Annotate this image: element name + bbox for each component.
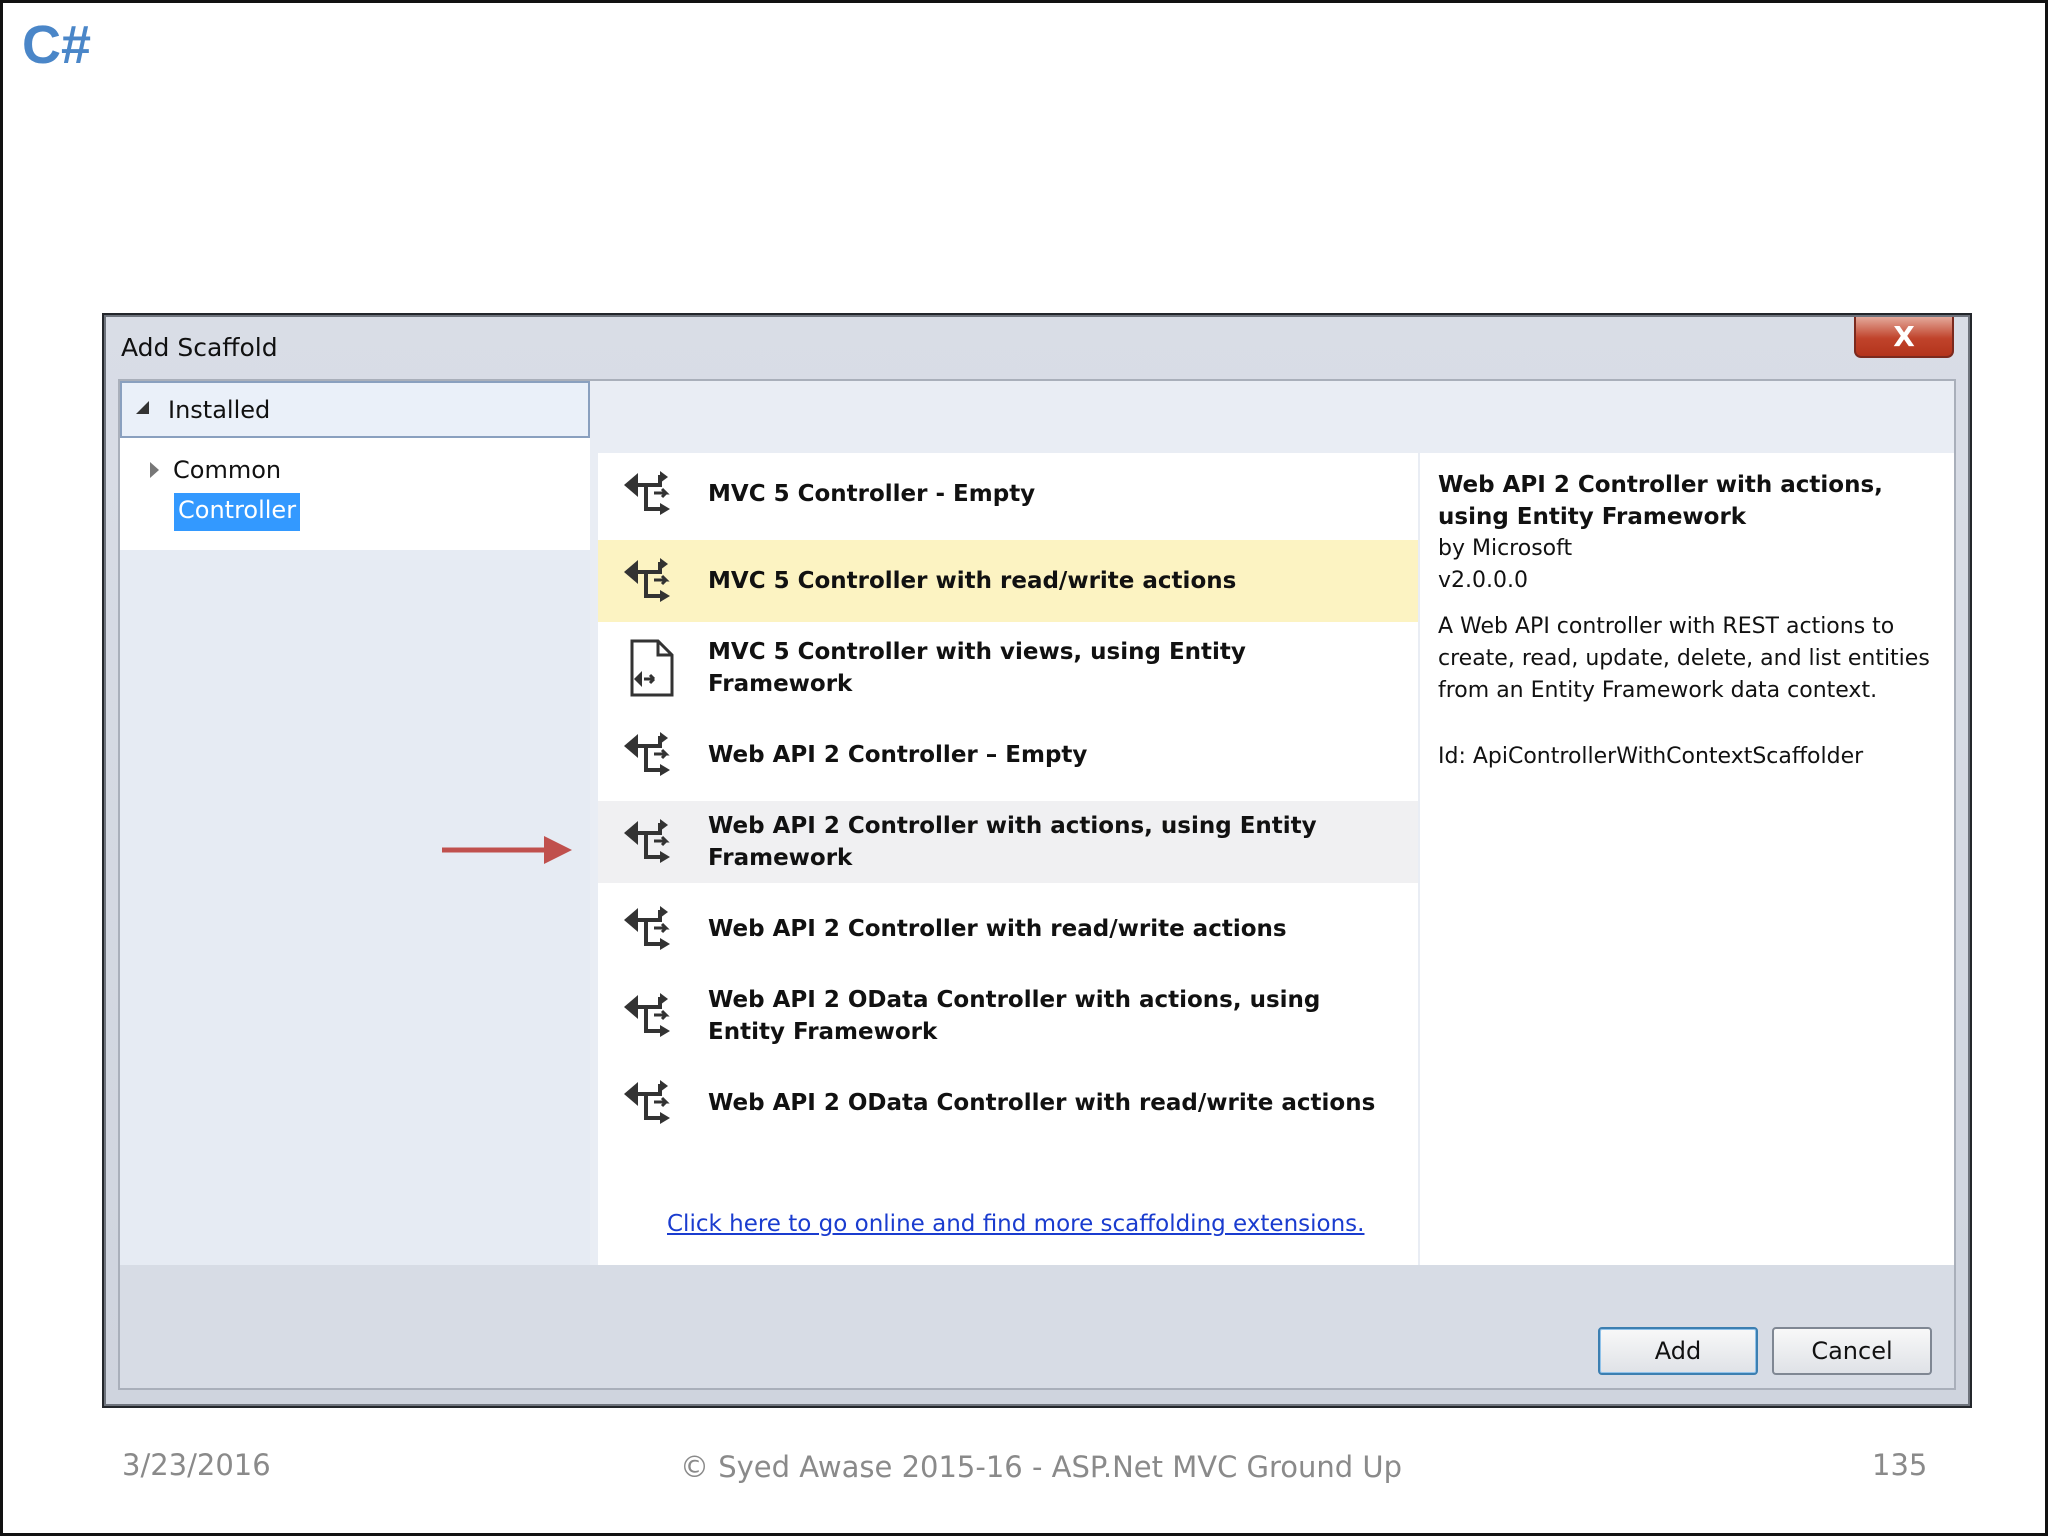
list-item[interactable]: Web API 2 Controller – Empty xyxy=(598,714,1418,796)
cancel-button[interactable]: Cancel xyxy=(1772,1327,1932,1375)
list-item-label: MVC 5 Controller with read/write actions xyxy=(708,568,1237,594)
controller-icon xyxy=(620,1072,682,1134)
controller-icon xyxy=(620,985,682,1047)
dialog-title: Add Scaffold xyxy=(121,333,278,362)
list-item-label: Web API 2 OData Controller with read/wri… xyxy=(708,1090,1376,1116)
expand-arrow-icon[interactable] xyxy=(150,462,159,478)
list-item[interactable]: Web API 2 OData Controller with read/wri… xyxy=(598,1062,1418,1144)
slide-page-number: 135 xyxy=(1872,1448,1928,1482)
list-item-label: MVC 5 Controller with views, using Entit… xyxy=(708,639,1246,697)
add-scaffold-dialog: Add Scaffold X Installed Common Controll… xyxy=(104,315,1970,1406)
detail-description: A Web API controller with REST actions t… xyxy=(1438,614,1930,703)
list-item[interactable]: Web API 2 OData Controller with actions,… xyxy=(598,975,1418,1057)
detail-title: Web API 2 Controller with actions, using… xyxy=(1438,472,1883,530)
list-item-highlighted[interactable]: Web API 2 Controller with actions, using… xyxy=(598,801,1418,883)
list-item-label: Web API 2 Controller with read/write act… xyxy=(708,916,1287,942)
dialog-client: Installed Common Controller MVC 5 Contro… xyxy=(118,379,1956,1390)
list-item-selected[interactable]: MVC 5 Controller with read/write actions xyxy=(598,540,1418,622)
controller-icon xyxy=(620,550,682,612)
controller-icon xyxy=(620,898,682,960)
detail-pane: Web API 2 Controller with actions, using… xyxy=(1420,453,1954,1265)
list-item-label: Web API 2 Controller – Empty xyxy=(708,742,1088,768)
controller-icon xyxy=(620,463,682,525)
list-item-label: Web API 2 Controller with actions, using… xyxy=(708,813,1317,871)
list-item[interactable]: Web API 2 Controller with read/write act… xyxy=(598,888,1418,970)
dialog-titlebar: Add Scaffold X xyxy=(106,317,1968,379)
controller-icon xyxy=(620,724,682,786)
views-controller-icon xyxy=(630,639,674,697)
tree-item-controller[interactable]: Controller xyxy=(174,493,301,531)
list-item[interactable]: MVC 5 Controller with views, using Entit… xyxy=(598,627,1418,709)
detail-version: v2.0.0.0 xyxy=(1438,568,1528,593)
tree-item-label: Common xyxy=(173,456,282,484)
slide-date: 3/23/2016 xyxy=(122,1448,271,1482)
add-button[interactable]: Add xyxy=(1598,1327,1758,1375)
dialog-button-bar: Add Cancel xyxy=(120,1265,1954,1388)
list-item-label: MVC 5 Controller - Empty xyxy=(708,481,1036,507)
collapse-triangle-icon[interactable] xyxy=(136,401,149,414)
detail-author: by Microsoft xyxy=(1438,536,1573,561)
close-icon: X xyxy=(1893,320,1915,353)
list-item-label: Web API 2 OData Controller with actions,… xyxy=(708,987,1321,1045)
category-tree: Installed Common Controller xyxy=(120,381,590,1265)
controller-icon xyxy=(620,811,682,873)
detail-id: Id: ApiControllerWithContextScaffolder xyxy=(1438,744,1864,769)
annotation-arrow-icon xyxy=(442,836,572,864)
template-list: MVC 5 Controller - Empty MVC 5 Controlle… xyxy=(598,453,1418,1265)
list-item[interactable]: MVC 5 Controller - Empty xyxy=(598,453,1418,535)
tree-body: Common Controller xyxy=(120,438,590,550)
brand-logo: C# xyxy=(22,15,92,75)
tree-item-common[interactable]: Common xyxy=(150,456,281,484)
online-extensions-link[interactable]: Click here to go online and find more sc… xyxy=(667,1211,1364,1237)
tree-header-label: Installed xyxy=(168,396,271,424)
close-button[interactable]: X xyxy=(1854,317,1954,358)
tree-header-installed[interactable]: Installed xyxy=(120,381,590,438)
slide-copyright: © Syed Awase 2015-16 - ASP.Net MVC Groun… xyxy=(680,1450,1403,1484)
